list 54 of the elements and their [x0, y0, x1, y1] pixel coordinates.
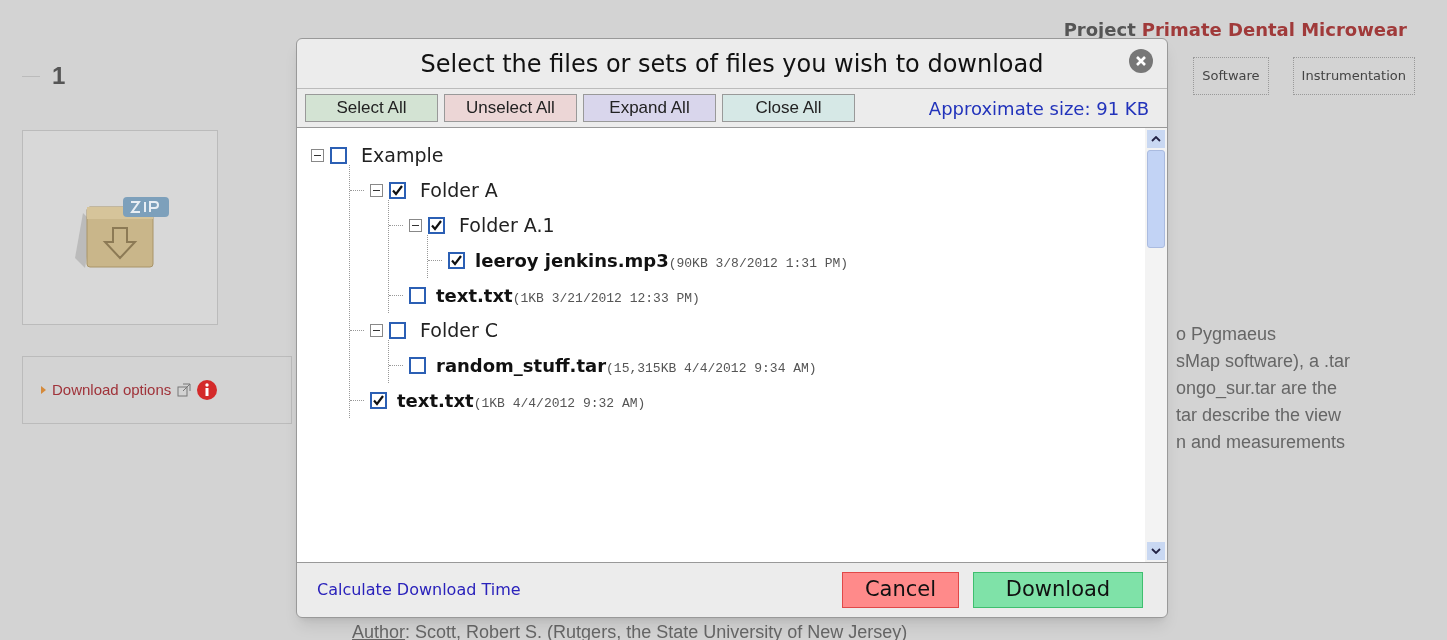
toolbar-button[interactable]: Unselect All	[444, 94, 577, 122]
folder-label[interactable]: Folder A	[420, 176, 498, 205]
description-text: o Pygmaeus	[1176, 322, 1278, 346]
dialog-title: Select the files or sets of files you wish to download	[420, 48, 1044, 80]
close-icon	[1135, 55, 1147, 67]
file-name[interactable]: random_stuff.tar	[436, 352, 607, 379]
scroll-down-icon[interactable]	[1147, 542, 1165, 560]
section-number: 1	[52, 61, 66, 91]
file-details: (1KB 4/4/2012 9:32 AM)	[473, 396, 646, 413]
scroll-up-icon[interactable]	[1147, 130, 1165, 148]
file-details: (1KB 3/21/2012 12:33 PM)	[512, 291, 700, 308]
approximate-size: Approximate size: 91 KB	[928, 96, 1149, 121]
collapse-icon[interactable]	[370, 324, 383, 337]
file-name[interactable]: text.txt	[397, 387, 474, 414]
file-details: (15,315KB 4/4/2012 9:34 AM)	[606, 361, 817, 378]
checkbox[interactable]	[428, 217, 445, 234]
scrollbar[interactable]	[1145, 128, 1167, 562]
triangle-icon	[41, 386, 46, 394]
checkbox[interactable]	[370, 392, 387, 409]
description-text: n and measurements	[1176, 430, 1347, 454]
external-link-icon[interactable]	[177, 383, 192, 397]
checkbox[interactable]	[448, 252, 465, 269]
checkbox[interactable]	[389, 322, 406, 339]
collapse-icon[interactable]	[409, 219, 422, 232]
folder-label[interactable]: Folder C	[420, 316, 499, 345]
toolbar-button[interactable]: Close All	[722, 94, 855, 122]
collapse-icon[interactable]	[370, 184, 383, 197]
checkbox[interactable]	[409, 357, 426, 374]
toolbar-button[interactable]: Select All	[305, 94, 438, 122]
folder-label[interactable]: Folder A.1	[459, 211, 555, 240]
collapse-icon[interactable]	[311, 149, 324, 162]
description-text: sMap software), a .tar	[1176, 349, 1352, 373]
download-options-link[interactable]: Download options	[52, 378, 172, 402]
file-details: (90KB 3/8/2012 1:31 PM)	[668, 255, 849, 273]
description-text: ongo_sur.tar are the	[1176, 376, 1339, 401]
file-name[interactable]: text.txt	[436, 282, 513, 309]
close-button[interactable]	[1129, 49, 1153, 73]
scroll-thumb[interactable]	[1147, 150, 1165, 248]
checkbox[interactable]	[409, 287, 426, 304]
info-icon[interactable]	[197, 380, 218, 400]
folder-label[interactable]: Example	[361, 141, 444, 170]
file-name[interactable]: leeroy jenkins.mp3	[475, 247, 669, 274]
nav-tab[interactable]: Software	[1193, 57, 1269, 95]
nav-tab[interactable]: Instrumentation	[1292, 57, 1415, 95]
checkbox[interactable]	[330, 147, 347, 164]
toolbar-button[interactable]: Expand All	[583, 94, 716, 122]
author-label: Author	[352, 620, 406, 640]
checkbox[interactable]	[389, 182, 406, 199]
cancel-button[interactable]: Cancel	[842, 572, 959, 608]
calculate-time-link[interactable]: Calculate Download Time	[317, 578, 521, 602]
project-name[interactable]: Primate Dental Microwear	[1141, 16, 1407, 43]
project-label: Project	[1063, 18, 1136, 42]
download-button[interactable]: Download	[973, 572, 1143, 608]
description-text: tar describe the view	[1176, 403, 1343, 427]
